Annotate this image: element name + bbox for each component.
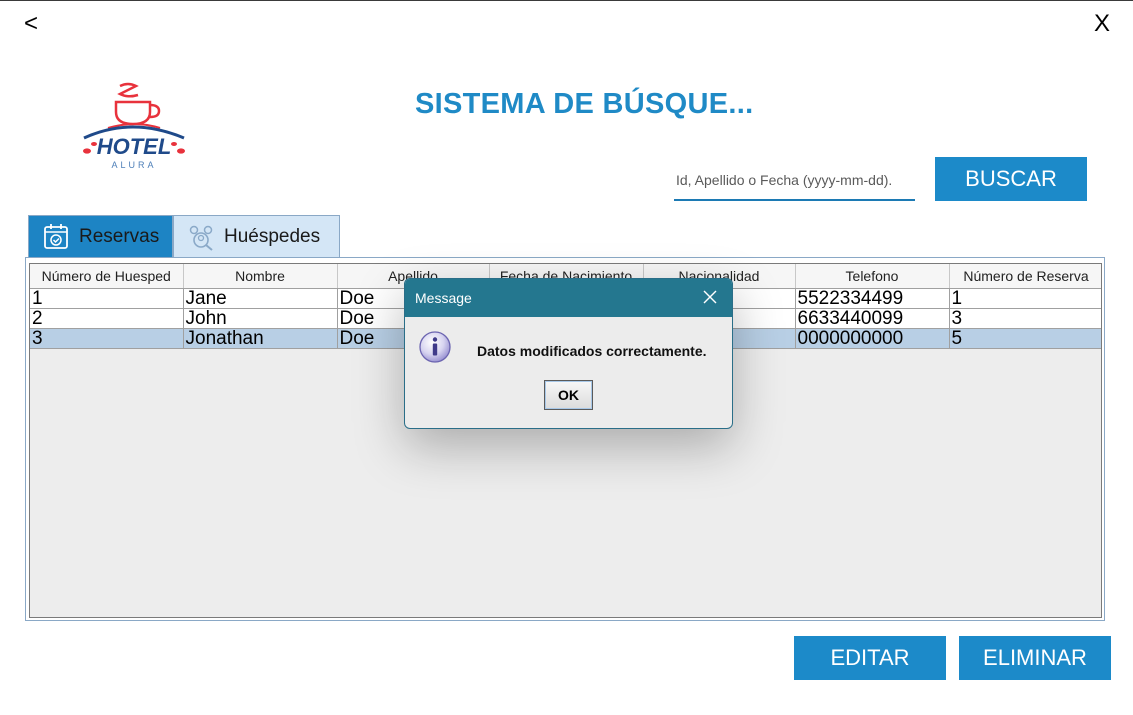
table-cell[interactable]: 5 bbox=[949, 328, 1101, 349]
column-header[interactable]: Nombre bbox=[183, 264, 338, 289]
tab-reservas[interactable]: Reservas bbox=[28, 215, 173, 257]
dialog-close-icon[interactable] bbox=[700, 287, 720, 307]
tab-huespedes-label: Huéspedes bbox=[224, 225, 321, 247]
tab-huespedes[interactable]: Huéspedes bbox=[173, 215, 340, 257]
table-cell[interactable]: 0000000000 bbox=[795, 328, 950, 349]
table-cell[interactable]: John bbox=[183, 308, 338, 329]
column-header[interactable]: Número de Huesped bbox=[30, 264, 184, 289]
table-cell[interactable]: 1 bbox=[949, 288, 1101, 309]
table-cell[interactable]: 3 bbox=[949, 308, 1101, 329]
delete-button[interactable]: ELIMINAR bbox=[959, 636, 1111, 680]
table-cell[interactable]: 6633440099 bbox=[795, 308, 950, 329]
tab-reservas-label: Reservas bbox=[79, 225, 160, 247]
dialog-title: Message bbox=[415, 290, 472, 306]
message-dialog: Message Datos modificados correctamente.… bbox=[404, 278, 733, 429]
table-cell[interactable]: 5522334499 bbox=[795, 288, 950, 309]
table-cell[interactable]: Jane bbox=[183, 288, 338, 309]
logo-text-sub: ALURA bbox=[111, 160, 156, 170]
edit-button[interactable]: EDITAR bbox=[794, 636, 946, 680]
table-cell[interactable]: 1 bbox=[30, 288, 184, 309]
back-button[interactable]: < bbox=[24, 10, 38, 38]
ok-button[interactable]: OK bbox=[544, 380, 593, 410]
table-cell[interactable]: 3 bbox=[30, 328, 184, 349]
search-input[interactable] bbox=[674, 160, 915, 201]
calendar-check-icon bbox=[44, 223, 68, 249]
column-header[interactable]: Telefono bbox=[795, 264, 950, 289]
table-cell[interactable]: Jonathan bbox=[183, 328, 338, 349]
page-title: SISTEMA DE BÚSQUE... bbox=[415, 88, 754, 120]
people-search-icon bbox=[189, 225, 213, 251]
search-button[interactable]: BUSCAR bbox=[935, 157, 1087, 201]
dialog-title-bar[interactable]: Message bbox=[405, 279, 732, 317]
column-header[interactable]: Número de Reserva bbox=[949, 264, 1101, 289]
close-window-button[interactable]: X bbox=[1094, 10, 1110, 38]
window-top-border bbox=[0, 0, 1133, 1]
dialog-message: Datos modificados correctamente. bbox=[477, 343, 707, 359]
hotel-alura-logo: HOTEL ALURA bbox=[83, 82, 185, 170]
info-icon bbox=[419, 331, 451, 363]
logo-text-main: HOTEL bbox=[97, 134, 172, 159]
table-cell[interactable]: 2 bbox=[30, 308, 184, 329]
